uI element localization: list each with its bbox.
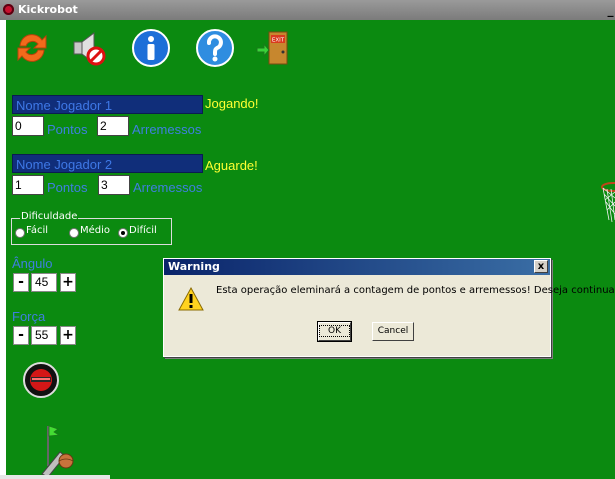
- game-area: EXIT Nome Jogador 1 Jogando! 0 Pontos 2 …: [6, 20, 615, 479]
- dialog-title-bar: Warning x: [164, 259, 550, 275]
- player1-throws-label: Arremessos: [132, 122, 202, 137]
- player2-name-input[interactable]: Nome Jogador 2: [12, 154, 203, 173]
- window-title: Kickrobot: [18, 3, 78, 16]
- warning-icon: [178, 286, 204, 311]
- robot-kicker-icon: [40, 425, 74, 479]
- player1-status: Jogando!: [205, 96, 259, 111]
- bottom-edge: [0, 475, 110, 479]
- player2-throws-label: Arremessos: [133, 180, 203, 195]
- help-icon[interactable]: [195, 28, 235, 68]
- radio-medium[interactable]: [69, 228, 79, 238]
- player2-points-label: Pontos: [47, 180, 88, 195]
- dialog-ok-button[interactable]: OK: [317, 321, 352, 342]
- force-increase-button[interactable]: +: [60, 326, 76, 345]
- warning-dialog: Warning x Esta operação eleminará a cont…: [163, 258, 615, 357]
- radio-hard[interactable]: [118, 228, 128, 238]
- radio-easy-label: Fácil: [26, 225, 49, 236]
- minimize-button[interactable]: _: [606, 3, 615, 17]
- force-decrease-button[interactable]: -: [13, 326, 29, 345]
- force-value[interactable]: 55: [31, 326, 57, 345]
- difficulty-group: Dificuldade Fácil Médio Difícil: [11, 211, 172, 245]
- kick-button[interactable]: [23, 362, 59, 398]
- game-window: Kickrobot _ EXIT Nome Jogador 1 Jogando!…: [0, 0, 615, 479]
- dialog-ok-label: OK: [319, 325, 350, 337]
- app-icon: [3, 4, 14, 15]
- dialog-message: Esta operação eleminará a contagem de po…: [216, 285, 615, 296]
- exit-door-icon[interactable]: EXIT: [255, 28, 295, 68]
- radio-easy[interactable]: [15, 228, 25, 238]
- title-bar: Kickrobot _: [0, 0, 615, 20]
- force-label: Força: [12, 309, 46, 324]
- dialog-cancel-button[interactable]: Cancel: [372, 322, 414, 341]
- angle-label: Ângulo: [12, 256, 53, 271]
- angle-decrease-button[interactable]: -: [13, 273, 29, 292]
- player2-points-field[interactable]: 1: [12, 175, 44, 195]
- angle-value[interactable]: 45: [31, 273, 57, 292]
- player1-points-field[interactable]: 0: [12, 116, 44, 136]
- info-icon[interactable]: [131, 28, 171, 68]
- dialog-title: Warning: [168, 260, 220, 273]
- difficulty-title: Dificuldade: [20, 211, 79, 222]
- refresh-icon[interactable]: [12, 28, 52, 68]
- player1-points-label: Pontos: [47, 122, 88, 137]
- player2-status: Aguarde!: [205, 158, 258, 173]
- radio-hard-label: Difícil: [129, 225, 157, 236]
- exit-sign-text: EXIT: [272, 38, 285, 44]
- player1-name-input[interactable]: Nome Jogador 1: [12, 95, 203, 114]
- player2-throws-field[interactable]: 3: [98, 175, 130, 195]
- dialog-close-button[interactable]: x: [534, 260, 548, 273]
- angle-increase-button[interactable]: +: [60, 273, 76, 292]
- player1-throws-field[interactable]: 2: [97, 116, 129, 136]
- basket-hoop-icon: [601, 182, 615, 223]
- radio-medium-label: Médio: [80, 225, 111, 236]
- sound-muted-icon[interactable]: [68, 28, 108, 68]
